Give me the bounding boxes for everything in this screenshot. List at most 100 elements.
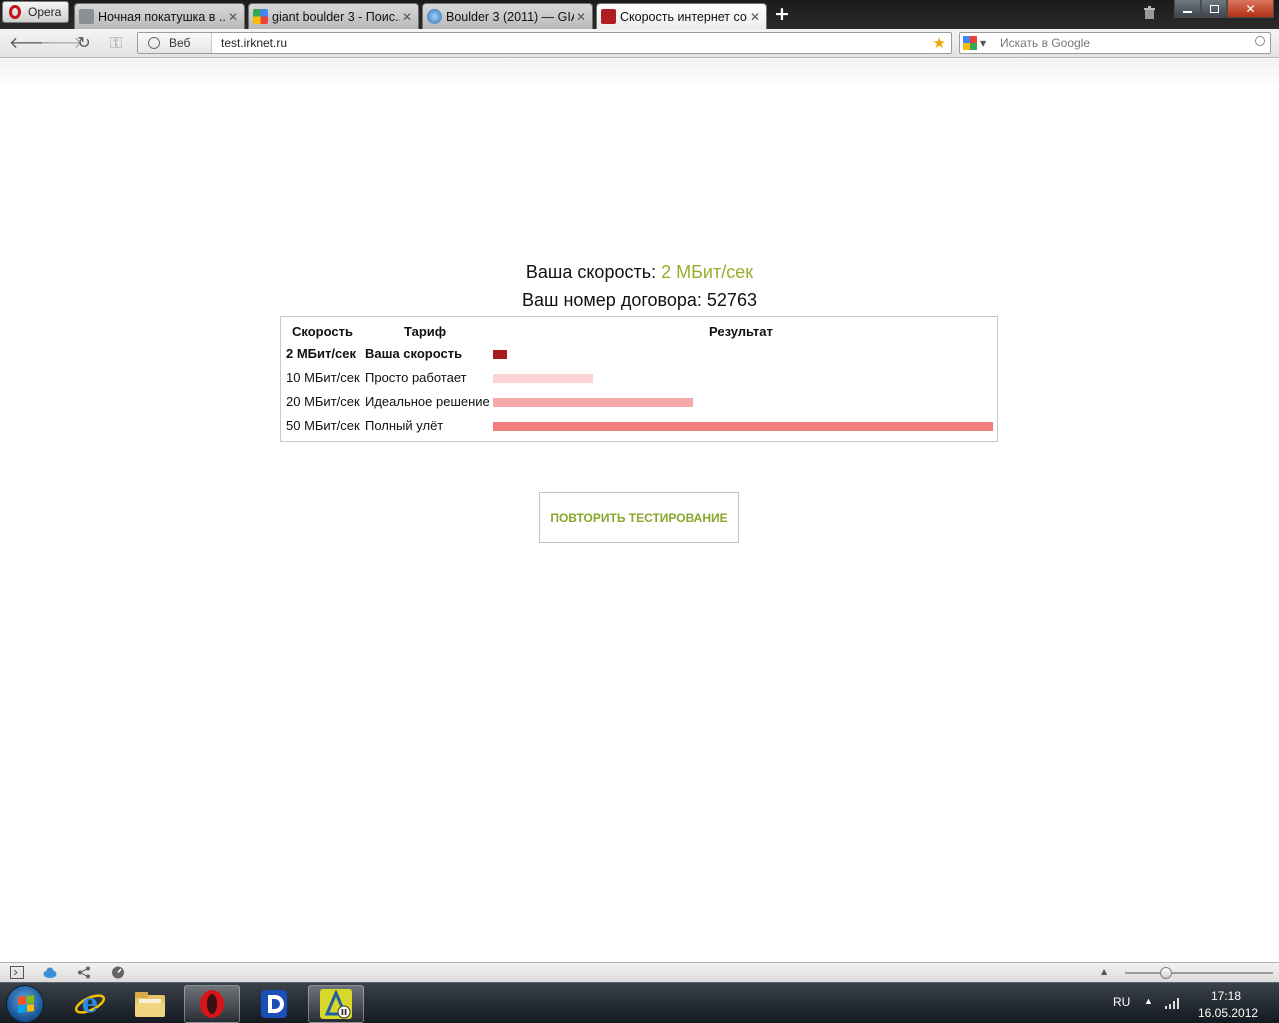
irknet-favicon-icon <box>601 9 616 24</box>
speed-dial-icon[interactable] <box>111 966 125 979</box>
panel-toggle-icon[interactable] <box>10 966 24 979</box>
reload-button[interactable]: ↻ <box>73 34 95 52</box>
row-tariff: Просто работает <box>365 370 467 385</box>
row-tariff: Ваша скорость <box>365 346 463 361</box>
opera-unite-cloud-icon[interactable] <box>43 966 57 979</box>
tab-title: Скорость интернет со... <box>620 9 748 24</box>
tab-title: Ночная покатушка в ... <box>98 9 226 24</box>
reload-icon: ↻ <box>77 33 91 52</box>
close-icon[interactable]: ✕ <box>748 10 762 24</box>
close-window-icon: ✕ <box>1245 1 1256 16</box>
daemon-tools-icon <box>261 990 287 1018</box>
table-row: 20 МБит/сек Идеальное решение <box>281 391 997 415</box>
clock-time[interactable]: 17:18 <box>1211 989 1241 1003</box>
contract-number: Ваш номер договора: 52763 <box>522 290 757 310</box>
column-header-result: Результат <box>709 324 773 339</box>
speed-results-table: Скорость Тариф Результат 2 МБит/сек Ваша… <box>280 316 998 442</box>
share-icon[interactable] <box>77 966 91 979</box>
giant-favicon-icon <box>427 9 442 24</box>
url-text[interactable]: test.irknet.ru <box>221 36 287 50</box>
close-window-button[interactable]: ✕ <box>1227 0 1274 18</box>
taskbar-opera[interactable] <box>184 985 240 1023</box>
site-info-label: Веб <box>169 36 191 50</box>
tab-speed-test[interactable]: Скорость интернет со... ✕ <box>596 3 767 29</box>
globe-icon <box>148 37 160 49</box>
wand-button[interactable]: ⚿ <box>105 34 127 52</box>
folder-icon <box>135 992 165 1017</box>
windows-taskbar: e RU ▲ 17:18 16.05.2012 <box>0 982 1279 1023</box>
opera-menu-label: Opera <box>28 5 62 19</box>
tab-night-ride[interactable]: Ночная покатушка в ... ✕ <box>74 3 245 29</box>
row-tariff: Полный улёт <box>365 418 444 433</box>
taskbar-explorer[interactable] <box>122 985 178 1023</box>
opera-logo-icon <box>9 5 21 19</box>
bookmark-star-icon[interactable]: ★ <box>933 34 946 52</box>
search-icon[interactable] <box>1255 36 1265 46</box>
your-speed-heading: Ваша скорость: 2 МБит/сек <box>0 262 1279 283</box>
forward-button[interactable]: 🡒 <box>40 34 83 52</box>
page-header-shade <box>0 59 1279 87</box>
taskbar-internet-explorer[interactable]: e <box>62 985 118 1023</box>
svg-text:e: e <box>82 989 99 1019</box>
close-icon[interactable]: ✕ <box>226 10 240 24</box>
windows-logo-icon <box>18 995 34 1013</box>
tab-title: Boulder 3 (2011) — GIA... <box>446 9 574 24</box>
address-toolbar: 🡐 🡒 ↻ ⚿ Веб test.irknet.ru ★ ▼ Искать в … <box>0 29 1279 58</box>
zoom-menu-arrow-icon[interactable]: ▲ <box>1101 967 1107 976</box>
minimize-button[interactable] <box>1174 0 1201 18</box>
result-bar <box>493 398 693 407</box>
address-field[interactable]: Веб test.irknet.ru ★ <box>137 32 952 54</box>
zoom-slider-handle[interactable] <box>1160 967 1172 979</box>
column-header-speed: Скорость <box>292 324 353 339</box>
tab-boulder-3[interactable]: Boulder 3 (2011) — GIA... ✕ <box>422 3 593 29</box>
table-row: 10 МБит/сек Просто работает <box>281 367 997 391</box>
result-bar <box>493 422 993 431</box>
start-button[interactable] <box>6 985 44 1023</box>
close-icon[interactable]: ✕ <box>574 10 588 24</box>
row-speed: 10 МБит/сек <box>286 370 360 385</box>
table-row: 2 МБит/сек Ваша скорость <box>281 343 997 367</box>
network-signal-icon[interactable] <box>1164 997 1180 1010</box>
google-favicon-icon <box>253 9 268 24</box>
restore-button[interactable] <box>1201 0 1227 18</box>
new-tab-button[interactable]: + <box>773 4 791 24</box>
language-indicator[interactable]: RU <box>1113 995 1130 1009</box>
opera-icon <box>200 990 224 1018</box>
taskbar-aimp[interactable] <box>308 985 364 1023</box>
tab-bar: Opera Ночная покатушка в ... ✕ giant bou… <box>0 0 1279 29</box>
tab-giant-search[interactable]: giant boulder 3 - Поис... ✕ <box>248 3 419 29</box>
trash-icon[interactable] <box>1143 6 1156 20</box>
row-speed: 50 МБит/сек <box>286 418 360 433</box>
taskbar-daemon-tools[interactable] <box>246 985 302 1023</box>
your-speed-label: Ваша скорость: <box>525 262 662 282</box>
google-icon <box>963 36 977 50</box>
retest-button[interactable]: ПОВТОРИТЬ ТЕСТИРОВАНИЕ <box>539 492 739 543</box>
site-info-badge[interactable]: Веб <box>138 33 212 53</box>
internet-explorer-icon: e <box>74 989 106 1019</box>
opera-menu-button[interactable]: Opera <box>2 1 69 23</box>
search-engine-selector[interactable]: ▼ <box>963 35 993 51</box>
show-hidden-icons-arrow-icon[interactable]: ▲ <box>1144 996 1153 1006</box>
row-speed: 2 МБит/сек <box>286 346 356 361</box>
zoom-slider-track[interactable] <box>1125 972 1273 974</box>
search-field[interactable]: ▼ Искать в Google <box>959 32 1271 54</box>
row-speed: 20 МБит/сек <box>286 394 360 409</box>
table-row: 50 МБит/сек Полный улёт <box>281 415 997 439</box>
minimize-icon <box>1183 10 1192 13</box>
key-icon: ⚿ <box>109 33 123 52</box>
column-header-tariff: Тариф <box>404 324 447 339</box>
restore-icon <box>1209 4 1219 13</box>
clock-date[interactable]: 16.05.2012 <box>1198 1006 1258 1020</box>
chevron-down-icon: ▼ <box>980 38 987 48</box>
result-bar <box>493 350 507 359</box>
page-favicon-icon <box>79 9 94 24</box>
your-speed-value: 2 МБит/сек <box>661 262 754 282</box>
search-placeholder[interactable]: Искать в Google <box>1000 36 1090 50</box>
back-button[interactable]: 🡐 <box>9 34 52 52</box>
result-bar <box>493 374 593 383</box>
row-tariff: Идеальное решение <box>365 394 490 409</box>
aimp-player-icon <box>320 989 352 1019</box>
browser-status-bar: ▲ <box>0 962 1279 982</box>
close-icon[interactable]: ✕ <box>400 10 414 24</box>
tab-title: giant boulder 3 - Поис... <box>272 9 400 24</box>
